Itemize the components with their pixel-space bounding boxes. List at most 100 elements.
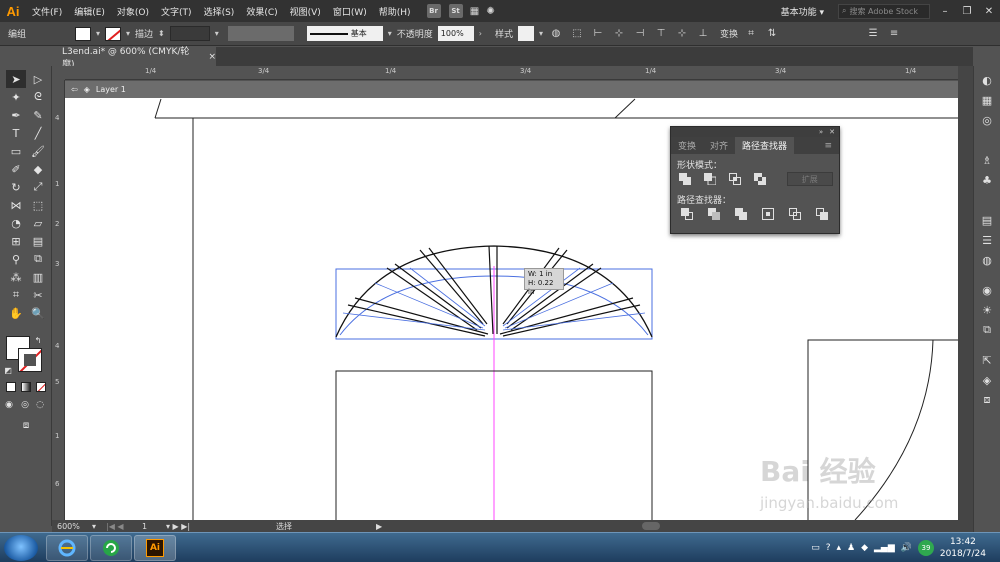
appearance-icon[interactable]: ◎	[979, 112, 995, 128]
chevron-down-icon[interactable]: ▾	[126, 29, 130, 38]
align-to-icon[interactable]: ⬚	[569, 26, 585, 41]
symbol-sprayer-tool-icon[interactable]: ⁂	[6, 268, 26, 286]
brushes-icon[interactable]: ♗	[979, 152, 995, 168]
arrange-documents-icon[interactable]: ▦	[467, 4, 483, 19]
panel-menu-icon[interactable]: ≡	[886, 26, 902, 41]
align-bottom-icon[interactable]: ⊥	[695, 26, 711, 41]
default-colors-icon[interactable]: ◩	[2, 364, 14, 376]
maximize-icon[interactable]: ❐	[960, 6, 974, 17]
gradient-mode-icon[interactable]	[21, 382, 31, 392]
artboard-number[interactable]: 1	[136, 522, 166, 531]
close-icon[interactable]: ✕	[982, 6, 996, 17]
export-icon[interactable]: ⇱	[979, 352, 995, 368]
ruler-corner[interactable]	[52, 66, 65, 80]
swatches-icon[interactable]: ▤	[979, 212, 995, 228]
line-tool-icon[interactable]: ╱	[28, 124, 48, 142]
menu-select[interactable]: 选择(S)	[198, 5, 241, 18]
menu-type[interactable]: 文字(T)	[155, 5, 198, 18]
slice-tool-icon[interactable]: ✂	[28, 286, 48, 304]
align-center-icon[interactable]: ⊹	[611, 26, 627, 41]
type-tool-icon[interactable]: T	[6, 124, 26, 142]
transform-options-icon[interactable]: ⇅	[764, 26, 780, 41]
badge-counter[interactable]: 39	[918, 540, 934, 556]
blend-tool-icon[interactable]: ⧉	[28, 250, 48, 268]
gradient-panel-icon[interactable]: ☀	[979, 302, 995, 318]
column-graph-tool-icon[interactable]: ▥	[28, 268, 48, 286]
rotate-tool-icon[interactable]: ↻	[6, 178, 26, 196]
align-left-icon[interactable]: ⊢	[590, 26, 606, 41]
draw-behind-icon[interactable]: ◎	[18, 398, 32, 412]
menu-effect[interactable]: 效果(C)	[240, 5, 283, 18]
trim-icon[interactable]	[704, 206, 723, 222]
intersect-icon[interactable]	[727, 171, 744, 187]
style-label[interactable]: 样式	[495, 27, 513, 40]
stroke-label[interactable]: 描边	[135, 27, 153, 40]
bridge-button[interactable]: Br	[426, 4, 441, 18]
document-setup-icon[interactable]: ☰	[865, 26, 881, 41]
brush-definition[interactable]: 基本	[306, 26, 383, 41]
menu-help[interactable]: 帮助(H)	[373, 5, 417, 18]
security-icon[interactable]: ◆	[861, 543, 868, 553]
workspace-switcher[interactable]: 基本功能 ▾	[775, 5, 830, 18]
unite-icon[interactable]	[677, 171, 694, 187]
artboards-panel-icon[interactable]: ⧈	[979, 392, 995, 408]
tab-align[interactable]: 对齐	[703, 137, 735, 154]
lasso-tool-icon[interactable]: ᘓ	[28, 88, 48, 106]
swap-colors-icon[interactable]: ↰	[32, 334, 44, 346]
menu-view[interactable]: 视图(V)	[284, 5, 327, 18]
none-mode-icon[interactable]	[36, 382, 46, 392]
menu-edit[interactable]: 编辑(E)	[68, 5, 111, 18]
shaper-tool-icon[interactable]: ✐	[6, 160, 26, 178]
width-tool-icon[interactable]: ⋈	[6, 196, 26, 214]
chevron-down-icon[interactable]: ▾	[215, 29, 219, 38]
curvature-tool-icon[interactable]: ✎	[28, 106, 48, 124]
isolate-group-icon[interactable]: ⌗	[743, 26, 759, 41]
panel-menu-icon[interactable]: ≡	[817, 137, 839, 154]
panel-grip[interactable]: » ✕	[671, 127, 839, 137]
draw-inside-icon[interactable]: ◌	[33, 398, 47, 412]
divide-icon[interactable]	[677, 206, 696, 222]
variable-width-profile[interactable]	[227, 26, 294, 41]
perspective-grid-tool-icon[interactable]: ▱	[28, 214, 48, 232]
color-guide-icon[interactable]: ▦	[979, 92, 995, 108]
menu-file[interactable]: 文件(F)	[26, 5, 68, 18]
stock-button[interactable]: St	[448, 4, 463, 18]
color-panel-icon[interactable]: ◐	[979, 72, 995, 88]
align-right-icon[interactable]: ⊣	[632, 26, 648, 41]
menu-object[interactable]: 对象(O)	[111, 5, 155, 18]
symbols-icon[interactable]: ♣	[979, 172, 995, 188]
align-top-icon[interactable]: ⊤	[653, 26, 669, 41]
stroke-weight-input[interactable]	[169, 26, 210, 41]
mesh-tool-icon[interactable]: ⊞	[6, 232, 26, 250]
illustrator-taskbar-icon[interactable]: Ai	[134, 535, 176, 561]
horizontal-scroll-thumb[interactable]	[642, 522, 660, 530]
stroke-color-icon[interactable]	[18, 348, 42, 372]
stepper-icon[interactable]: ⬍	[158, 29, 165, 38]
exclude-icon[interactable]	[752, 171, 769, 187]
minimize-icon[interactable]: –	[938, 6, 952, 17]
back-arrow-icon[interactable]: ⇦	[71, 85, 78, 94]
opacity-label[interactable]: 不透明度	[397, 27, 433, 40]
document-tab[interactable]: L3end.ai* @ 600% (CMYK/轮廓) ×	[56, 47, 216, 70]
selection-tool-icon[interactable]: ➤	[6, 70, 26, 88]
collapse-icon[interactable]: »	[819, 128, 823, 136]
paintbrush-tool-icon[interactable]: 🖌	[28, 142, 48, 160]
layers-panel-icon[interactable]: ◈	[979, 372, 995, 388]
horizontal-ruler[interactable]: 1/4 3/4 1/4 3/4 1/4 3/4 1/4	[65, 66, 958, 80]
menu-window[interactable]: 窗口(W)	[327, 5, 373, 18]
refresh-app-icon[interactable]	[90, 535, 132, 561]
minus-front-icon[interactable]	[702, 171, 719, 187]
pen-tool-icon[interactable]: ✒	[6, 106, 26, 124]
minus-back-icon[interactable]	[812, 206, 831, 222]
qq-icon[interactable]: ♟	[847, 543, 855, 553]
ie-browser-icon[interactable]	[46, 535, 88, 561]
artboard-tool-icon[interactable]: ⌗	[6, 286, 26, 304]
transparency-icon[interactable]: ◍	[979, 252, 995, 268]
crop-icon[interactable]	[758, 206, 777, 222]
graphic-styles-icon[interactable]: ◉	[979, 282, 995, 298]
recolor-icon[interactable]: ◍	[548, 26, 564, 41]
network-icon[interactable]: ▂▄▆	[874, 543, 895, 553]
vertical-ruler[interactable]: 4 1 2 3 4 5 1 6	[52, 80, 65, 520]
chevron-down-icon[interactable]: ▾	[388, 29, 392, 38]
start-button[interactable]	[4, 535, 38, 561]
